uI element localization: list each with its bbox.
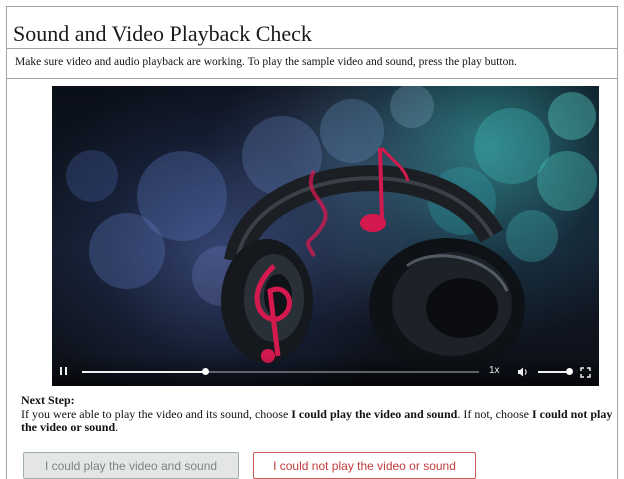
playback-check-panel: Sound and Video Playback Check Make sure… [6,6,618,479]
instruction-text: . [115,420,119,434]
player-controls: 1x [52,356,599,386]
instruction-text: . If not, choose [457,407,532,421]
page-title: Sound and Video Playback Check [13,21,312,46]
video-frame-headphones-image [66,86,597,374]
progress-fill [82,371,206,373]
playback-speed-button[interactable]: 1x [489,365,500,376]
progress-handle[interactable] [202,368,210,375]
volume-icon[interactable] [517,365,529,377]
volume-slider[interactable] [538,368,573,375]
fullscreen-icon[interactable] [580,365,591,378]
video-player[interactable]: 1x [52,86,599,386]
progress-bar[interactable] [82,368,479,375]
next-step-instructions: If you were able to play the video and i… [21,408,613,434]
description-divider [7,78,617,79]
instruction-text: If you were able to play the video and i… [21,407,292,421]
page-description: Make sure video and audio playback are w… [15,56,517,68]
pause-icon[interactable] [60,367,70,377]
could-play-button[interactable]: I could play the video and sound [23,452,239,479]
next-step-heading: Next Step: [21,393,75,407]
volume-handle[interactable] [566,368,573,375]
could-not-play-button[interactable]: I could not play the video or sound [253,452,476,479]
instruction-option-yes: I could play the video and sound [291,407,458,421]
title-divider [7,48,617,49]
